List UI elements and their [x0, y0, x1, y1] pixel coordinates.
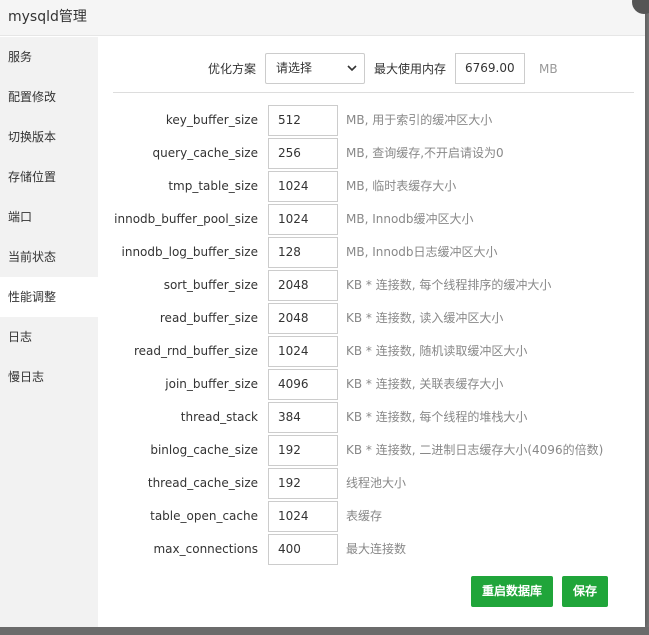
param-row: query_cache_size 256 MB, 查询缓存,不开启请设为0: [98, 138, 645, 169]
param-row: key_buffer_size 512 MB, 用于索引的缓冲区大小: [98, 105, 645, 136]
param-hint: KB * 连接数, 二进制日志缓存大小(4096的倍数): [346, 443, 604, 457]
param-label: query_cache_size: [152, 146, 258, 160]
param-row: read_buffer_size 2048 KB * 连接数, 读入缓冲区大小: [98, 303, 645, 334]
param-label: join_buffer_size: [165, 377, 258, 391]
param-hint: KB * 连接数, 读入缓冲区大小: [346, 311, 504, 325]
param-row: tmp_table_size 1024 MB, 临时表缓存大小: [98, 171, 645, 202]
param-label: innodb_buffer_pool_size: [114, 212, 258, 226]
param-label: max_connections: [153, 542, 258, 556]
param-label: tmp_table_size: [168, 179, 258, 193]
param-hint: MB, 查询缓存,不开启请设为0: [346, 146, 504, 160]
param-input[interactable]: 192: [268, 468, 338, 499]
optimize-select[interactable]: 请选择: [265, 53, 365, 84]
param-row: join_buffer_size 4096 KB * 连接数, 关联表缓存大小: [98, 369, 645, 400]
param-row: innodb_log_buffer_size 128 MB, Innodb日志缓…: [98, 237, 645, 268]
param-input[interactable]: 1024: [268, 204, 338, 235]
sidebar-item-port[interactable]: 端口: [0, 197, 98, 237]
param-label: key_buffer_size: [165, 113, 258, 127]
param-label: read_buffer_size: [159, 311, 258, 325]
param-input[interactable]: 4096: [268, 369, 338, 400]
param-row: max_connections 400 最大连接数: [98, 534, 645, 565]
sidebar-item-log[interactable]: 日志: [0, 317, 98, 357]
param-input[interactable]: 256: [268, 138, 338, 169]
sidebar-item-performance[interactable]: 性能调整: [0, 277, 98, 317]
param-row: innodb_buffer_pool_size 1024 MB, Innodb缓…: [98, 204, 645, 235]
title-bar: mysqld管理: [0, 0, 645, 36]
param-hint: KB * 连接数, 每个线程的堆栈大小: [346, 410, 528, 424]
param-hint: KB * 连接数, 关联表缓存大小: [346, 377, 504, 391]
param-label: table_open_cache: [150, 509, 258, 523]
param-row: thread_stack 384 KB * 连接数, 每个线程的堆栈大小: [98, 402, 645, 433]
param-hint: KB * 连接数, 每个线程排序的缓冲大小: [346, 278, 552, 292]
chevron-down-icon: [346, 54, 358, 95]
param-row: binlog_cache_size 192 KB * 连接数, 二进制日志缓存大…: [98, 435, 645, 466]
param-label: thread_stack: [180, 410, 258, 424]
param-row: sort_buffer_size 2048 KB * 连接数, 每个线程排序的缓…: [98, 270, 645, 301]
param-hint: KB * 连接数, 随机读取缓冲区大小: [346, 344, 528, 358]
divider: [113, 92, 634, 93]
param-row: thread_cache_size 192 线程池大小: [98, 468, 645, 499]
param-input[interactable]: 384: [268, 402, 338, 433]
param-row: read_rnd_buffer_size 1024 KB * 连接数, 随机读取…: [98, 336, 645, 367]
param-hint: 线程池大小: [346, 476, 407, 490]
param-hint: MB, Innodb缓冲区大小: [346, 212, 474, 226]
max-memory-label: 最大使用内存: [374, 62, 447, 76]
mysqld-dialog: mysqld管理 服务 配置修改 切换版本 存储位置 端口 当前状态 性能调整 …: [0, 0, 645, 627]
param-label: binlog_cache_size: [150, 443, 258, 457]
param-input[interactable]: 1024: [268, 336, 338, 367]
save-button[interactable]: 保存: [562, 576, 608, 607]
sidebar: 服务 配置修改 切换版本 存储位置 端口 当前状态 性能调整 日志 慢日志: [0, 37, 98, 627]
param-label: sort_buffer_size: [163, 278, 258, 292]
param-hint: 表缓存: [346, 509, 383, 523]
restart-database-button[interactable]: 重启数据库: [471, 576, 553, 607]
performance-panel: 优化方案 请选择 最大使用内存 6769.00 MB key_buffer_si…: [98, 37, 645, 627]
param-label: read_rnd_buffer_size: [133, 344, 258, 358]
sidebar-item-storage[interactable]: 存储位置: [0, 157, 98, 197]
param-input[interactable]: 2048: [268, 303, 338, 334]
sidebar-item-status[interactable]: 当前状态: [0, 237, 98, 277]
background-strip: [0, 627, 649, 635]
param-input[interactable]: 192: [268, 435, 338, 466]
sidebar-item-config[interactable]: 配置修改: [0, 77, 98, 117]
param-input[interactable]: 400: [268, 534, 338, 565]
sidebar-item-service[interactable]: 服务: [0, 37, 98, 77]
dialog-title: mysqld管理: [8, 9, 87, 25]
max-memory-unit: MB: [539, 62, 558, 76]
sidebar-item-slow-log[interactable]: 慢日志: [0, 357, 98, 397]
param-row: table_open_cache 1024 表缓存: [98, 501, 645, 532]
optimize-label: 优化方案: [208, 62, 257, 76]
optimize-select-value: 请选择: [276, 61, 313, 75]
param-input[interactable]: 128: [268, 237, 338, 268]
param-input[interactable]: 1024: [268, 171, 338, 202]
param-hint: MB, 临时表缓存大小: [346, 179, 457, 193]
max-memory-input[interactable]: 6769.00: [455, 53, 525, 84]
param-hint: MB, Innodb日志缓冲区大小: [346, 245, 498, 259]
param-hint: MB, 用于索引的缓冲区大小: [346, 113, 493, 127]
sidebar-item-version[interactable]: 切换版本: [0, 117, 98, 157]
param-input[interactable]: 2048: [268, 270, 338, 301]
param-hint: 最大连接数: [346, 542, 407, 556]
param-input[interactable]: 512: [268, 105, 338, 136]
param-input[interactable]: 1024: [268, 501, 338, 532]
param-label: thread_cache_size: [147, 476, 258, 490]
param-label: innodb_log_buffer_size: [121, 245, 259, 259]
